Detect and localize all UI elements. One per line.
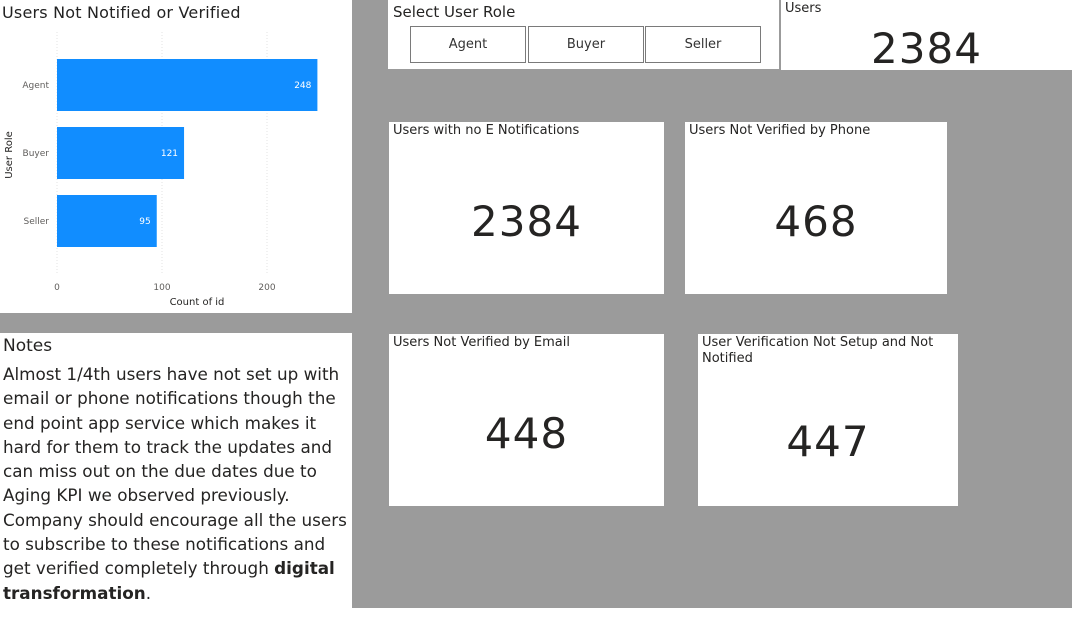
slicer-option-seller[interactable]: Seller	[645, 26, 761, 63]
x-axis-title: Count of id	[170, 297, 225, 308]
notes-title: Notes	[3, 336, 53, 356]
slicer-option-agent[interactable]: Agent	[410, 26, 526, 63]
users-card-value: 2384	[871, 24, 982, 73]
no-e-notifications-value: 2384	[471, 197, 582, 246]
notes-paragraph-1: Almost 1/4th users have not set up with …	[3, 364, 340, 506]
y-axis-title: User Role	[4, 131, 15, 179]
users-card[interactable]: Users 2384	[781, 0, 1072, 73]
bar-chart-visual[interactable]: Users Not Notified or Verified 0 100 200 Ag…	[0, 0, 352, 313]
category-label-seller: Seller	[24, 217, 50, 227]
data-label-seller: 95	[139, 217, 150, 227]
not-setup-not-notified-card[interactable]: User Verification Not Setup and Not Noti…	[698, 334, 958, 506]
users-card-label: Users	[785, 1, 822, 16]
not-verified-phone-value: 468	[774, 197, 858, 246]
not-verified-email-card[interactable]: Users Not Verified by Email 448	[389, 334, 664, 506]
notes-paragraph-2-end: .	[145, 582, 152, 603]
not-verified-phone-card[interactable]: Users Not Verified by Phone 468	[685, 122, 947, 294]
x-tick-label-2: 200	[258, 283, 275, 293]
data-label-buyer: 121	[161, 149, 178, 159]
category-label-agent: Agent	[22, 81, 49, 91]
slicer-title: Select User Role	[393, 3, 516, 21]
not-setup-not-notified-value: 447	[786, 417, 870, 466]
notes-panel: Notes Almost 1/4th users have not set up…	[0, 333, 352, 608]
category-label-buyer: Buyer	[23, 149, 50, 159]
slicer-option-buyer[interactable]: Buyer	[528, 26, 644, 63]
data-label-agent: 248	[294, 81, 311, 91]
no-e-notifications-label: Users with no E Notifications	[393, 123, 580, 138]
x-tick-label-1: 100	[153, 283, 170, 293]
not-verified-email-label: Users Not Verified by Email	[393, 335, 570, 350]
bar-agent	[57, 59, 318, 111]
not-verified-phone-label: Users Not Verified by Phone	[689, 123, 871, 138]
not-setup-not-notified-label: User Verification Not Setup and Not Noti…	[702, 335, 934, 366]
user-role-slicer: Select User Role Agent Buyer Seller	[388, 0, 779, 69]
x-tick-label-0: 0	[54, 283, 60, 293]
not-verified-email-value: 448	[484, 409, 569, 458]
bottom-strip	[0, 608, 1072, 622]
bar-chart-svg: 0 100 200 Agent 248 Buyer 121 Seller 95 Count of …	[4, 32, 318, 308]
notes-body: Almost 1/4th users have not set up with …	[3, 362, 349, 605]
no-e-notifications-card[interactable]: Users with no E Notifications 2384	[389, 122, 664, 294]
